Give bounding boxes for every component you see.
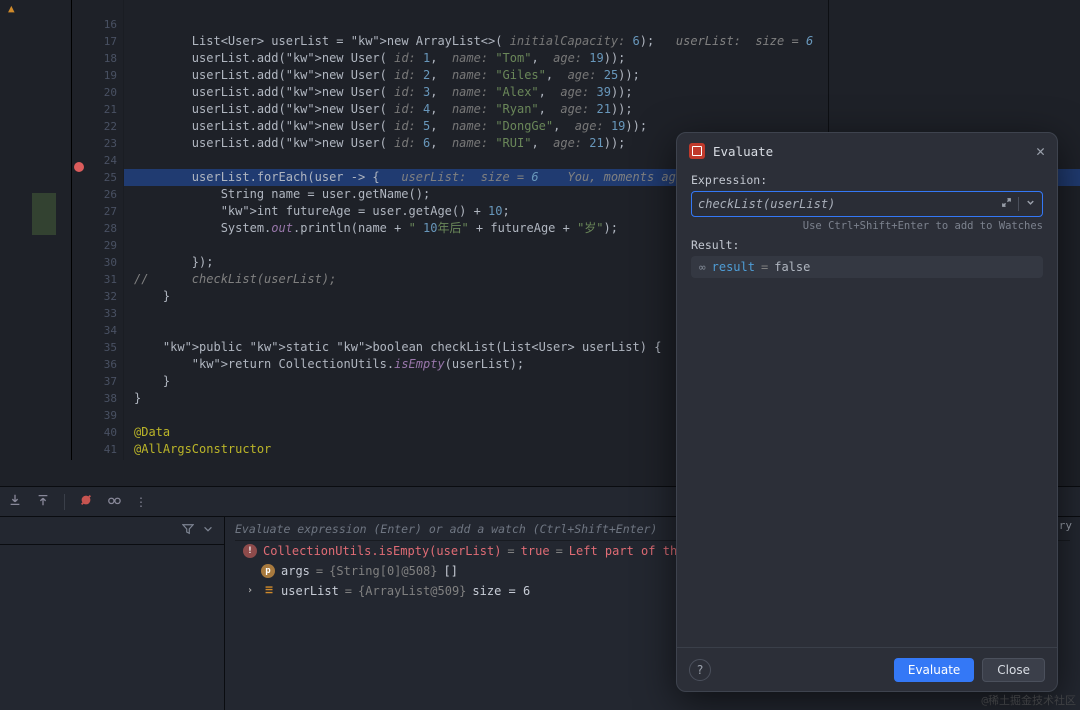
code-line-19[interactable]: userList.add("kw">new User( id: 2, name:… (124, 67, 1080, 84)
toolbar-separator (64, 494, 65, 510)
chevron-down-icon[interactable] (1025, 197, 1036, 211)
evaluate-dialog: Evaluate ✕ Expression: checkList(userLis… (676, 132, 1058, 692)
expression-input[interactable]: checkList(userList) (698, 197, 1001, 211)
step-up-icon[interactable] (36, 493, 50, 510)
code-line-16[interactable] (124, 16, 1080, 33)
mute-breakpoints-icon[interactable] (79, 493, 93, 510)
expression-input-wrapper[interactable]: checkList(userList) (691, 191, 1043, 217)
watch-expr: CollectionUtils.isEmpty(userList) (263, 541, 501, 561)
result-row[interactable]: ∞ result = false (691, 256, 1043, 278)
result-value: false (774, 260, 810, 274)
dialog-footer: ? Evaluate Close (677, 647, 1057, 691)
frames-filter-row (0, 517, 224, 545)
shortcut-hint: Use Ctrl+Shift+Enter to add to Watches (691, 220, 1043, 232)
watermark: @稀土掘金技术社区 (981, 692, 1076, 708)
help-button[interactable]: ? (689, 659, 711, 681)
var-name: args (281, 561, 310, 581)
left-gutter-column: ▲ (0, 0, 72, 460)
warning-icon: ▲ (8, 2, 15, 15)
coverage-marker (32, 193, 56, 235)
filter-icon[interactable] (182, 523, 194, 538)
line-number-gutter: 1617181920212223242526272829303132333435… (88, 0, 124, 460)
glasses-icon[interactable] (107, 493, 121, 510)
error-icon: ! (243, 544, 257, 558)
breakpoint-column[interactable] (72, 0, 88, 460)
code-line-18[interactable]: userList.add("kw">new User( id: 1, name:… (124, 50, 1080, 67)
more-icon[interactable]: ⋮ (135, 495, 148, 509)
expand-icon[interactable]: › (243, 584, 257, 598)
dialog-header[interactable]: Evaluate ✕ (677, 133, 1057, 169)
code-line-17[interactable]: List<User> userList = "kw">new ArrayList… (124, 33, 1080, 50)
dialog-title: Evaluate (713, 144, 773, 159)
list-icon: ☰ (263, 585, 275, 597)
param-icon: p (261, 564, 275, 578)
frames-panel (0, 517, 225, 710)
expression-label: Expression: (691, 173, 1043, 187)
evaluate-button[interactable]: Evaluate (894, 658, 974, 682)
step-down-icon[interactable] (8, 493, 22, 510)
result-label: Result: (691, 238, 1043, 252)
chevron-down-icon[interactable] (202, 523, 214, 538)
expand-icon[interactable] (1001, 197, 1012, 211)
result-link-icon: ∞ (699, 261, 706, 274)
code-line-20[interactable]: userList.add("kw">new User( id: 3, name:… (124, 84, 1080, 101)
result-name: result (712, 260, 755, 274)
code-line-21[interactable]: userList.add("kw">new User( id: 4, name:… (124, 101, 1080, 118)
close-button[interactable]: Close (982, 658, 1045, 682)
app-icon (689, 143, 705, 159)
var-name: userList (281, 581, 339, 601)
close-icon[interactable]: ✕ (1036, 142, 1045, 160)
breakpoint-icon[interactable] (74, 162, 84, 172)
